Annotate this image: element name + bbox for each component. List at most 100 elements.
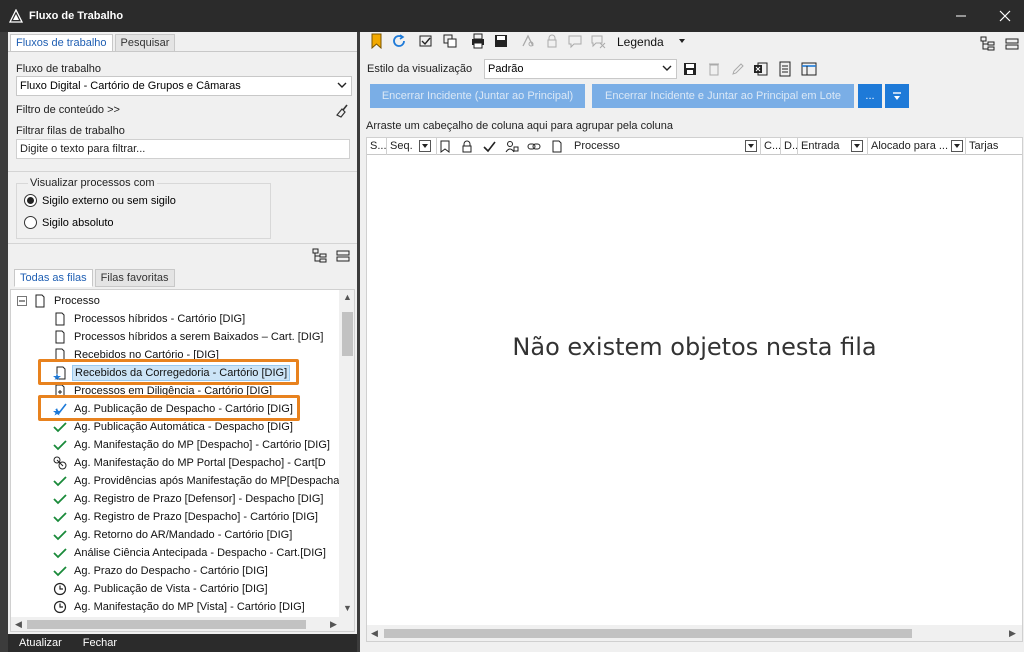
- collapse-layout-icon[interactable]: [1004, 36, 1020, 52]
- view-style-label: Estilo da visualização: [367, 63, 473, 75]
- radio-sigilo-externo[interactable]: Sigilo externo ou sem sigilo: [24, 194, 176, 207]
- col-tarjas[interactable]: Tarjas: [966, 138, 1022, 155]
- scroll-thumb[interactable]: [342, 312, 353, 356]
- left-tabs: Fluxos de trabalho Pesquisar: [10, 34, 177, 52]
- tab-fluxos[interactable]: Fluxos de trabalho: [10, 34, 113, 52]
- tab-filas-favoritas[interactable]: Filas favoritas: [94, 269, 175, 287]
- close-button[interactable]: [982, 0, 1024, 32]
- dropdown-options-button[interactable]: [885, 84, 909, 108]
- tab-pesquisar[interactable]: Pesquisar: [114, 34, 176, 52]
- app-logo-icon: [9, 9, 23, 23]
- bookmark-column-icon[interactable]: [439, 140, 451, 153]
- scroll-thumb[interactable]: [27, 620, 306, 629]
- divider: [8, 243, 357, 244]
- tree-item[interactable]: Ag. Registro de Prazo [Despacho] - Cartó…: [53, 508, 320, 526]
- content-filter-toggle[interactable]: Filtro de conteúdo >>: [16, 104, 120, 116]
- export-document-icon[interactable]: [777, 61, 793, 77]
- col-seq-label: Seq.: [390, 140, 413, 152]
- col-seq-filter-icon[interactable]: [419, 140, 431, 152]
- lock-column-icon[interactable]: [461, 140, 473, 153]
- tree-item[interactable]: Análise Ciência Antecipada - Despacho - …: [53, 544, 328, 562]
- tree-vertical-scrollbar[interactable]: ▲ ▼: [339, 290, 354, 617]
- lock-icon[interactable]: [544, 33, 560, 49]
- expand-tree-icon[interactable]: [312, 248, 328, 264]
- save-record-icon[interactable]: [493, 33, 509, 49]
- col-entrada-filter-icon[interactable]: [851, 140, 863, 152]
- close-incident-batch-button[interactable]: Encerrar Incidente e Juntar ao Principal…: [592, 84, 854, 108]
- grid-horizontal-scrollbar[interactable]: ◀ ▶: [367, 625, 1022, 641]
- tree-item[interactable]: Processos híbridos a serem Baixados – Ca…: [53, 328, 325, 346]
- tab-todas-filas[interactable]: Todas as filas: [14, 269, 93, 287]
- col-processo-filter-icon[interactable]: [745, 140, 757, 152]
- right-panel: Legenda Estilo da visualização Padrão En…: [360, 32, 1024, 652]
- save-icon[interactable]: [682, 61, 698, 77]
- broom-icon[interactable]: [335, 103, 351, 119]
- scroll-left-icon[interactable]: ◀: [371, 628, 378, 639]
- refresh-icon[interactable]: [391, 33, 407, 49]
- collapse-tree-icon[interactable]: [335, 248, 351, 264]
- edit-icon[interactable]: [730, 61, 746, 77]
- check-column-icon[interactable]: [483, 140, 496, 153]
- comment-remove-icon[interactable]: [590, 33, 606, 49]
- select-check-icon[interactable]: [418, 33, 434, 49]
- close-incident-button[interactable]: Encerrar Incidente (Juntar ao Principal): [370, 84, 585, 108]
- queue-tree: Processo Processos híbridos - Cartório […: [10, 289, 355, 632]
- refresh-button[interactable]: Atualizar: [19, 637, 62, 649]
- tree-item[interactable]: Ag. Publicação de Vista - Cartório [DIG]: [53, 580, 270, 598]
- tree-item[interactable]: Ag. Registro de Prazo [Defensor] - Despa…: [53, 490, 325, 508]
- tree-item-label: Ag. Registro de Prazo [Despacho] - Cartó…: [74, 511, 318, 523]
- collapse-node-icon[interactable]: [17, 296, 27, 306]
- users-column-icon[interactable]: [505, 140, 519, 153]
- col-s[interactable]: S...: [367, 138, 387, 155]
- tree-item[interactable]: Ag. Manifestação do MP [Despacho] - Cart…: [53, 436, 332, 454]
- check-icon: [53, 476, 67, 487]
- filter-down-icon: [893, 92, 901, 100]
- document-icon: [35, 294, 45, 308]
- tab-underline: [8, 51, 357, 52]
- scroll-down-icon[interactable]: ▼: [343, 603, 352, 613]
- chain-column-icon[interactable]: [527, 140, 541, 153]
- more-options-button[interactable]: ...: [858, 84, 882, 108]
- tree-item[interactable]: Ag. Manifestação do MP Portal [Despacho]…: [53, 454, 328, 472]
- tree-item[interactable]: Ag. Providências após Manifestação do MP…: [53, 472, 341, 490]
- tree-item[interactable]: Ag. Retorno do AR/Mandado - Cartório [DI…: [53, 526, 294, 544]
- delete-icon[interactable]: [706, 61, 722, 77]
- transfer-icon[interactable]: [520, 33, 536, 49]
- scroll-up-icon[interactable]: ▲: [343, 292, 352, 302]
- tree-item[interactable]: Ag. Prazo do Despacho - Cartório [DIG]: [53, 562, 270, 580]
- col-c[interactable]: C...: [761, 138, 781, 155]
- tree-item-label: Ag. Manifestação do MP [Despacho] - Cart…: [74, 439, 330, 451]
- export-excel-icon[interactable]: [753, 61, 769, 77]
- scroll-right-icon[interactable]: ▶: [330, 619, 337, 630]
- expand-layout-icon[interactable]: [980, 36, 996, 52]
- scroll-right-icon[interactable]: ▶: [1009, 628, 1016, 639]
- tree-item-label: Análise Ciência Antecipada - Despacho - …: [74, 547, 326, 559]
- col-processo[interactable]: Processo: [571, 138, 761, 155]
- bookmark-icon[interactable]: [369, 33, 385, 49]
- tree-item[interactable]: Processos híbridos - Cartório [DIG]: [53, 310, 247, 328]
- radio-sigilo-absoluto[interactable]: Sigilo absoluto: [24, 216, 114, 229]
- legend-button[interactable]: Legenda: [617, 35, 664, 49]
- document-icon: [55, 312, 65, 326]
- column-chooser-icon[interactable]: [801, 61, 817, 77]
- scroll-thumb[interactable]: [384, 629, 912, 638]
- minimize-button[interactable]: [938, 0, 984, 32]
- tree-item-label: Ag. Publicação Automática - Despacho [DI…: [74, 421, 293, 433]
- document-column-icon[interactable]: [551, 140, 563, 153]
- col-d[interactable]: D...: [781, 138, 798, 155]
- tree-root[interactable]: Processo: [17, 292, 102, 310]
- comment-icon[interactable]: [567, 33, 583, 49]
- filter-queues-input[interactable]: Digite o texto para filtrar...: [16, 139, 350, 159]
- view-style-select[interactable]: Padrão: [484, 59, 677, 79]
- scroll-left-icon[interactable]: ◀: [15, 619, 22, 630]
- tree-root-label: Processo: [54, 295, 100, 307]
- workflow-select[interactable]: Fluxo Digital - Cartório de Grupos e Câm…: [16, 76, 352, 96]
- copy-window-icon[interactable]: [442, 33, 458, 49]
- close-panel-button[interactable]: Fechar: [83, 637, 117, 649]
- clock-icon: [53, 600, 67, 614]
- print-icon[interactable]: [470, 33, 486, 49]
- tree-horizontal-scrollbar[interactable]: ◀ ▶: [11, 617, 354, 631]
- legend-dropdown-icon[interactable]: [678, 37, 686, 45]
- col-alocado-filter-icon[interactable]: [951, 140, 963, 152]
- tree-item[interactable]: Ag. Manifestação do MP [Vista] - Cartóri…: [53, 598, 307, 616]
